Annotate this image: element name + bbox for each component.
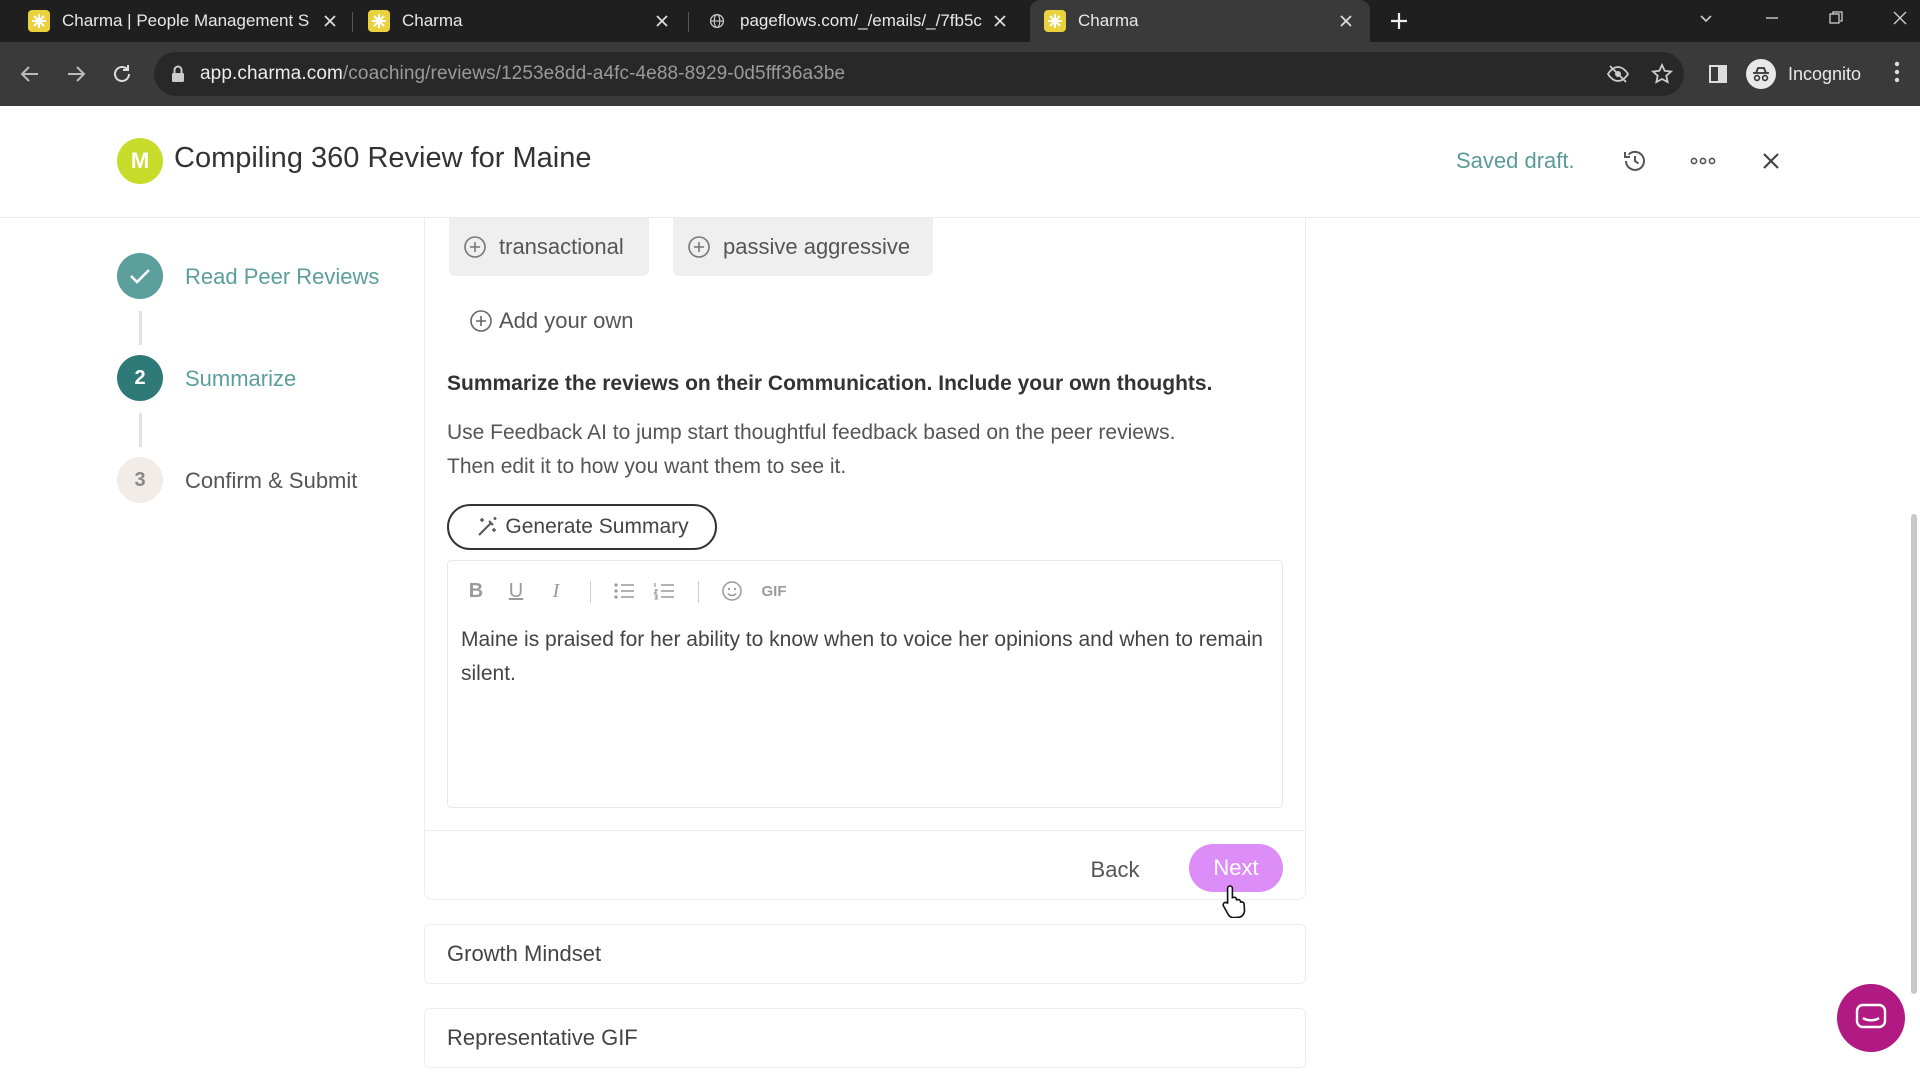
profile-label: Incognito — [1788, 63, 1862, 84]
plus-circle-icon — [688, 236, 710, 258]
chat-icon — [1855, 1003, 1887, 1029]
reload-icon[interactable] — [104, 56, 140, 92]
incognito-profile[interactable]: Incognito — [1746, 56, 1861, 92]
italic-icon[interactable]: I — [544, 579, 568, 603]
tag-chip[interactable]: passive aggressive — [673, 218, 933, 276]
globe-icon — [706, 10, 728, 32]
magic-wand-icon — [478, 517, 497, 536]
emoji-icon[interactable] — [720, 579, 744, 603]
step-label-summarize[interactable]: Summarize — [185, 366, 296, 392]
summary-editor[interactable]: B U I GIF Maine is praised for her abili… — [447, 560, 1283, 808]
underline-icon[interactable]: U — [504, 579, 528, 603]
eye-off-icon[interactable] — [1606, 62, 1630, 86]
bullet-list-icon[interactable] — [612, 579, 636, 603]
editor-text[interactable]: Maine is praised for her ability to know… — [461, 623, 1271, 691]
summary-description-line: Then edit it to how you want them to see… — [447, 455, 847, 478]
tag-chip[interactable]: transactional — [449, 218, 649, 276]
restore-icon[interactable] — [1816, 0, 1856, 36]
tab-title: Charma | People Management S — [62, 11, 310, 30]
star-icon[interactable] — [1650, 62, 1674, 86]
tab-title: Charma — [402, 11, 463, 30]
lock-icon — [170, 64, 186, 89]
minimize-icon[interactable] — [1752, 0, 1792, 36]
page-title: Compiling 360 Review for Maine — [174, 142, 592, 174]
close-tab-icon[interactable] — [320, 11, 340, 31]
scrollbar-thumb[interactable] — [1911, 514, 1917, 994]
app-header: M Compiling 360 Review for Maine Saved d… — [0, 106, 1920, 218]
more-options-icon[interactable] — [1686, 144, 1720, 178]
toolbar-divider — [590, 581, 591, 603]
step-1-check-icon — [117, 253, 163, 299]
incognito-icon — [1746, 59, 1776, 89]
section-growth-mindset[interactable]: Growth Mindset — [424, 924, 1306, 984]
gif-button[interactable]: GIF — [758, 579, 790, 603]
charma-icon — [28, 10, 50, 32]
tab-title: pageflows.com/_/emails/_/7fb5c — [740, 11, 982, 30]
step-label-confirm-submit[interactable]: Confirm & Submit — [185, 468, 357, 494]
forward-arrow-icon[interactable] — [58, 56, 94, 92]
url-host: app.charma.com — [200, 63, 343, 84]
browser-tabstrip: Charma | People Management S Charma page… — [0, 0, 1920, 42]
step-3-badge: 3 — [117, 457, 163, 503]
chat-launcher-button[interactable] — [1837, 984, 1905, 1052]
browser-toolbar: app.charma.com/coaching/reviews/1253e8dd… — [0, 42, 1920, 106]
url-path: /coaching/reviews/1253e8dd-a4fc-4e88-892… — [342, 63, 846, 84]
plus-circle-icon — [470, 310, 492, 332]
tag-label: passive aggressive — [723, 234, 911, 259]
summary-description: Use Feedback AI to jump start thoughtful… — [447, 416, 1287, 484]
generate-summary-label: Generate Summary — [505, 515, 689, 538]
bold-icon[interactable]: B — [464, 579, 488, 603]
add-your-own-button[interactable]: Add your own — [469, 308, 634, 334]
browser-tab[interactable]: Charma — [354, 0, 686, 42]
back-button[interactable]: Back — [1075, 848, 1155, 892]
section-representative-gif[interactable]: Representative GIF — [424, 1008, 1306, 1068]
card-footer-divider — [425, 830, 1305, 831]
tab-title: Charma — [1078, 11, 1139, 30]
charma-icon — [1044, 10, 1066, 32]
browser-tab[interactable]: pageflows.com/_/emails/_/7fb5c — [692, 0, 1024, 42]
browser-tab[interactable]: Charma | People Management S — [14, 0, 354, 42]
step-2-badge: 2 — [117, 355, 163, 401]
close-icon[interactable] — [1754, 144, 1788, 178]
history-icon[interactable] — [1618, 144, 1652, 178]
url-text: app.charma.com/coaching/reviews/1253e8dd… — [200, 63, 845, 85]
hand-cursor-icon — [1221, 884, 1249, 923]
close-tab-icon[interactable] — [1336, 11, 1356, 31]
summary-prompt: Summarize the reviews on their Communica… — [447, 372, 1213, 395]
tab-divider — [688, 12, 689, 32]
summary-description-line: Use Feedback AI to jump start thoughtful… — [447, 421, 1176, 444]
step-connector — [139, 413, 142, 447]
add-your-own-label: Add your own — [499, 308, 634, 333]
close-tab-icon[interactable] — [990, 11, 1010, 31]
new-tab-icon[interactable] — [1384, 6, 1414, 36]
back-arrow-icon[interactable] — [12, 56, 48, 92]
close-tab-icon[interactable] — [652, 11, 672, 31]
window-close-icon[interactable] — [1880, 0, 1920, 36]
tab-divider — [352, 12, 353, 32]
tab-search-icon[interactable] — [1686, 0, 1726, 36]
side-panel-icon[interactable] — [1700, 56, 1736, 92]
step-connector — [139, 311, 142, 345]
charma-icon — [368, 10, 390, 32]
avatar: M — [117, 138, 163, 184]
saved-status: Saved draft. — [1456, 148, 1575, 173]
address-bar[interactable]: app.charma.com/coaching/reviews/1253e8dd… — [154, 52, 1684, 96]
communication-card: transactional passive aggressive Add you… — [424, 218, 1306, 900]
plus-circle-icon — [464, 236, 486, 258]
toolbar-divider — [698, 581, 699, 603]
numbered-list-icon[interactable] — [652, 579, 676, 603]
browser-menu-icon[interactable] — [1894, 60, 1900, 89]
browser-tab-active[interactable]: Charma — [1030, 0, 1370, 42]
generate-summary-button[interactable]: Generate Summary — [447, 504, 717, 550]
tag-label: transactional — [499, 234, 624, 259]
step-label-read-peer-reviews[interactable]: Read Peer Reviews — [185, 264, 379, 290]
